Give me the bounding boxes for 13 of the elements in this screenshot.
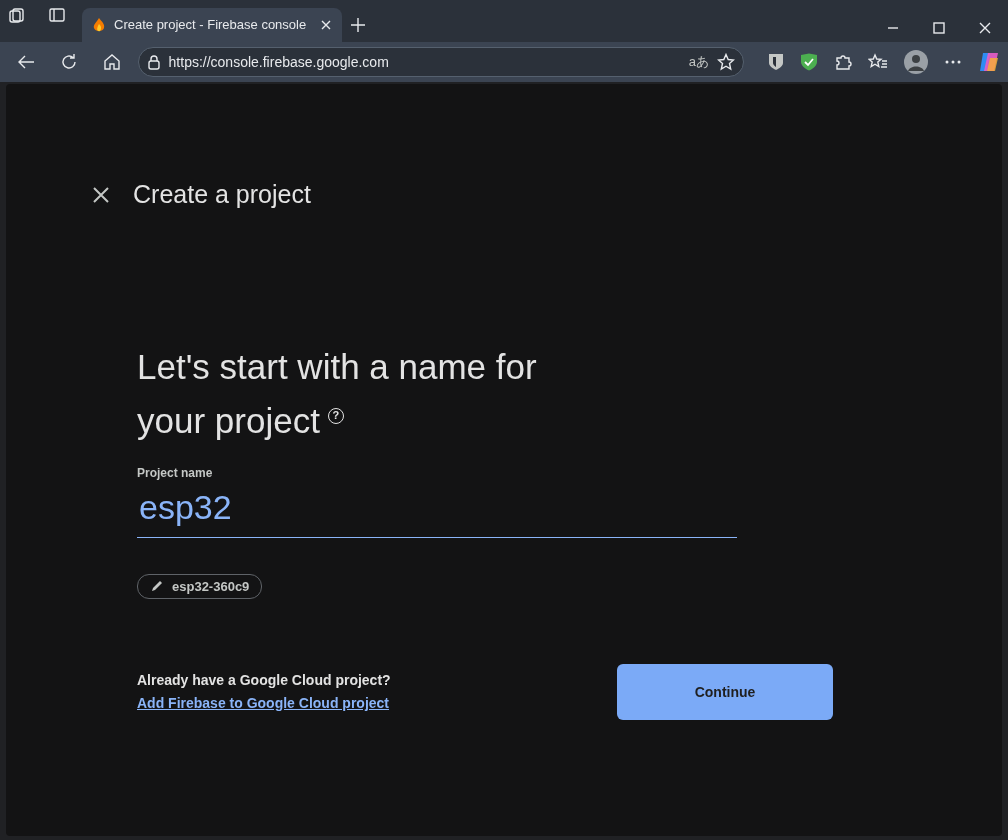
- url-field[interactable]: https://console.firebase.google.com: [168, 51, 681, 73]
- heading: Let's start with a name for: [137, 345, 538, 388]
- field-label: Project name: [137, 464, 214, 482]
- browser-tab[interactable]: Create project - Firebase console: [82, 8, 342, 42]
- page-title: Create a project: [133, 179, 311, 210]
- project-id-chip[interactable]: esp32-360c9: [137, 573, 263, 599]
- cloud-prompt: Already have a Google Cloud project?: [137, 670, 392, 690]
- tab-title: Create project - Firebase console: [114, 16, 308, 35]
- project-name-field[interactable]: esp32: [137, 481, 737, 538]
- add-firebase-link[interactable]: Add Firebase to Google Cloud project: [137, 694, 389, 711]
- read-aloud-glyph[interactable]: aあ: [688, 52, 709, 72]
- heading: your project: [137, 399, 320, 442]
- continue-button[interactable]: Continue: [617, 664, 833, 721]
